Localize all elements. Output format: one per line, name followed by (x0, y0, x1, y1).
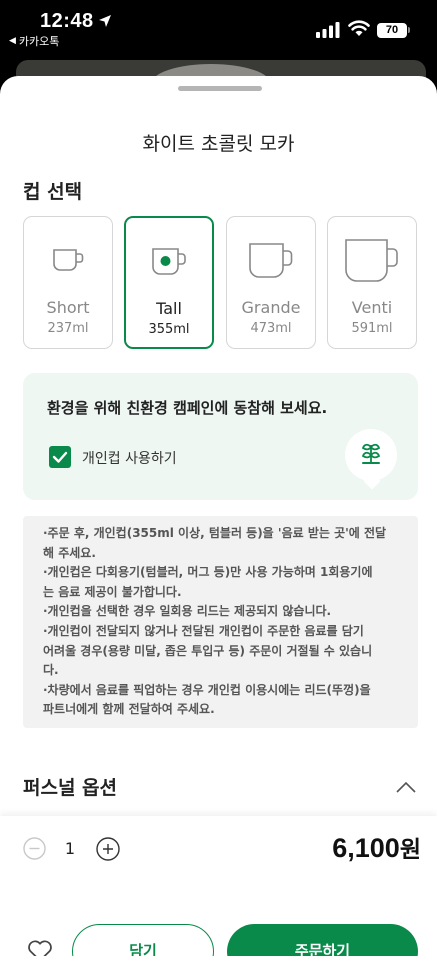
sheet-grabber[interactable] (178, 86, 262, 91)
eco-campaign-title: 환경을 위해 친환경 캠페인에 동참해 보세요. (47, 399, 328, 417)
order-bottom-bar: 1 6,100원 담기 주문하기 (0, 816, 437, 956)
plant-icon (361, 443, 381, 464)
location-arrow-icon (99, 15, 111, 27)
quantity-value: 1 (64, 839, 76, 858)
eco-bubble (345, 429, 397, 481)
notice-line: 는 음료 제공이 불가합니다. (43, 584, 182, 599)
price-amount: 6,100 (332, 833, 400, 863)
cup-option-grande[interactable]: Grande 473ml (226, 216, 316, 349)
battery-tip (408, 27, 410, 33)
cup-size-label: Tall (156, 299, 182, 318)
notice-line: ·개인컵을 선택한 경우 일회용 리드는 제공되지 않습니다. (43, 604, 332, 619)
cup-size-label: Venti (351, 298, 393, 317)
back-to-app-link[interactable]: ◀ 카카오톡 (9, 33, 59, 49)
cup-section-heading: 컵 선택 (23, 181, 83, 203)
cup-volume-label: 591ml (351, 321, 393, 336)
cup-volume-label: 237ml (47, 321, 89, 336)
personal-cup-notice: ·주문 후, 개인컵(355ml 이상, 텀블러 등)을 '음료 받는 곳'에 … (23, 516, 418, 728)
add-to-cart-button[interactable]: 담기 (72, 924, 214, 956)
notice-line: ·주문 후, 개인컵(355ml 이상, 텀블러 등)을 '음료 받는 곳'에 … (43, 526, 387, 540)
back-triangle-icon: ◀ (9, 36, 16, 46)
notice-line: 다. (43, 663, 59, 678)
cup-size-label: Grande (241, 298, 301, 317)
price-currency: 원 (399, 837, 421, 863)
order-button[interactable]: 주문하기 (227, 924, 418, 956)
cup-option-venti[interactable]: Venti 591ml (327, 216, 417, 349)
notice-line: 해 주세요. (43, 545, 96, 560)
notice-line: 파트너에게 함께 전달하여 주세요. (43, 702, 215, 717)
wifi-icon (348, 20, 370, 36)
cup-volume-label: 473ml (250, 321, 292, 336)
chevron-up-icon[interactable] (396, 781, 416, 793)
cup-option-short[interactable]: Short 237ml (23, 216, 113, 349)
bottom-sheet: 화이트 초콜릿 모카 컵 선택 Short 237ml Tall 355ml G… (0, 76, 437, 956)
cup-small-icon (53, 249, 84, 271)
status-time: 12:48 (40, 10, 94, 32)
checkmark-icon (52, 451, 68, 463)
notice-line: ·개인컵이 전달되지 않거나 전달된 개인컵이 주문한 음료를 담기 (43, 623, 364, 638)
battery-indicator: 70 (377, 23, 407, 38)
notice-line: ·차량에서 음료를 픽업하는 경우 개인컵 이용시에는 리드(뚜껑)을 (43, 682, 371, 697)
cup-grande-icon (249, 243, 293, 278)
personal-options-heading[interactable]: 퍼스널 옵션 (23, 773, 117, 800)
cup-tall-selected-icon (152, 248, 186, 275)
notice-line: ·개인컵은 다회용기(텀블러, 머그 등)만 사용 가능하며 1회용기에 (43, 565, 373, 580)
back-app-label: 카카오톡 (18, 35, 60, 48)
cup-option-tall[interactable]: Tall 355ml (124, 216, 214, 349)
eco-campaign-box: 환경을 위해 친환경 캠페인에 동참해 보세요. 개인컵 사용하기 (23, 373, 418, 500)
personal-cup-label[interactable]: 개인컵 사용하기 (82, 448, 177, 468)
total-price: 6,100원 (332, 830, 421, 864)
cup-volume-label: 355ml (148, 322, 190, 337)
notice-line: 어려울 경우(용량 미달, 좁은 투입구 등) 주문이 거절될 수 있습니 (43, 643, 373, 658)
decrease-quantity-icon[interactable] (23, 837, 46, 860)
increase-quantity-icon[interactable] (96, 837, 120, 861)
cup-size-label: Short (46, 298, 90, 317)
cup-venti-icon (345, 239, 398, 282)
product-title: 화이트 초콜릿 모카 (142, 133, 295, 155)
cellular-signal-icon (316, 22, 340, 38)
heart-icon[interactable] (27, 940, 53, 956)
personal-cup-checkbox[interactable] (49, 446, 71, 468)
